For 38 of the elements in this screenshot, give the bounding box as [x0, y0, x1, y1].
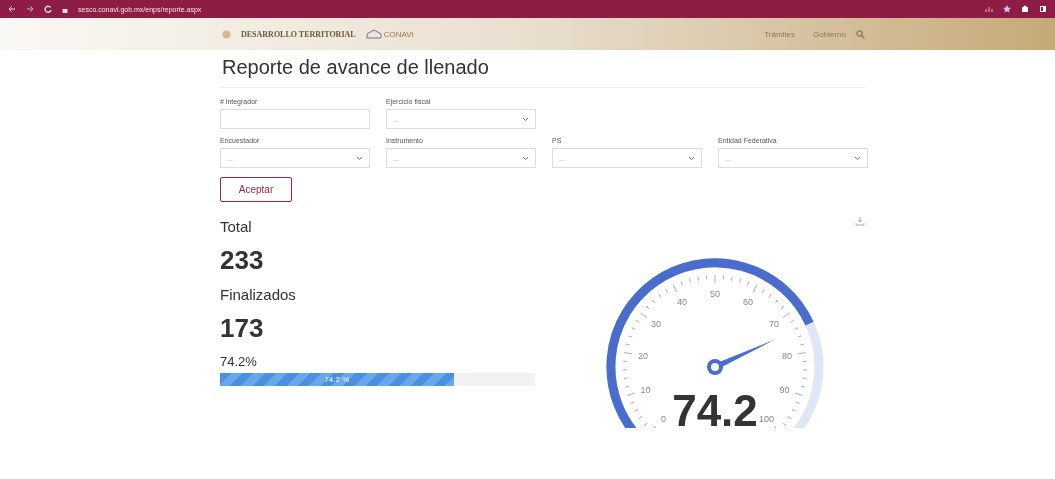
- sidebar-icon[interactable]: [1039, 5, 1047, 13]
- forward-arrow-icon[interactable]: [26, 5, 34, 13]
- gauge-tick-label: 40: [676, 297, 687, 307]
- chevron-icon: [356, 155, 363, 161]
- gauge-tick-label: 30: [650, 319, 661, 330]
- stat-value: 233: [220, 245, 265, 276]
- gauge-tick-label: 50: [710, 289, 720, 299]
- brand-name: DESARROLLO TERRITORIAL: [241, 29, 356, 39]
- logo-text: CONAVI: [383, 29, 414, 39]
- progress-label: 74.2%: [220, 354, 258, 369]
- gauge-tick-label: 0: [660, 413, 666, 424]
- chevron-icon: [522, 155, 529, 161]
- back-arrow-icon[interactable]: [8, 5, 16, 13]
- puzzle-icon[interactable]: [1021, 5, 1029, 13]
- gauge-tick-label: 90: [779, 384, 790, 395]
- house-icon: [365, 29, 382, 39]
- gauge-value: 74.2: [672, 386, 758, 428]
- gauge-tick-label: 70: [769, 319, 780, 330]
- emblem-icon: [222, 29, 231, 39]
- chevron-icon: [688, 155, 695, 161]
- nav-link[interactable]: Gobierno: [813, 29, 846, 39]
- reload-icon[interactable]: [44, 5, 52, 13]
- stat-label: Total: [220, 218, 253, 235]
- progress-text: 74.2 %: [324, 375, 350, 384]
- gauge-tick-label: 100: [759, 413, 775, 424]
- chevron-icon: [522, 116, 529, 122]
- chevron-icon: [854, 155, 861, 161]
- stat-label: Finalizados: [220, 286, 297, 303]
- star-icon[interactable]: [1003, 5, 1011, 13]
- text-field[interactable]: [220, 109, 370, 129]
- gauge-tick-label: 80: [782, 350, 793, 361]
- stat-value: 173: [220, 313, 265, 344]
- gauge-tick-label: 10: [640, 384, 651, 395]
- gauge-tick-label: 20: [637, 350, 648, 361]
- accept-button[interactable]: Aceptar: [220, 177, 292, 202]
- nav-link[interactable]: Trámites: [764, 29, 796, 39]
- page-title: Reporte de avance de llenado: [222, 56, 490, 79]
- gauge-tick-label: 60: [743, 297, 754, 307]
